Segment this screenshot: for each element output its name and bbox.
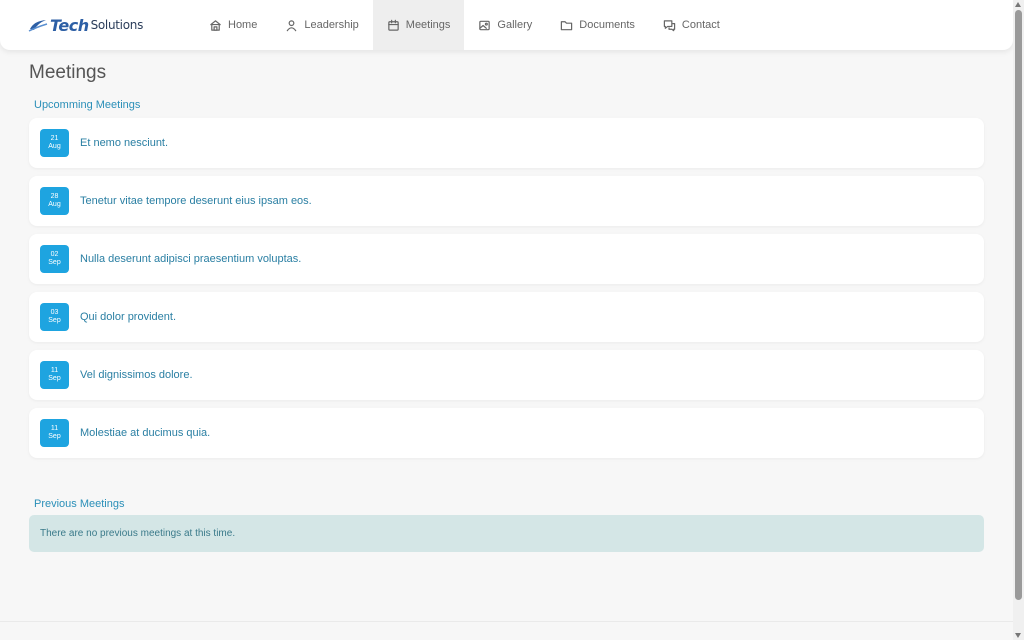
nav-gallery[interactable]: Gallery: [464, 0, 546, 50]
nav-leadership-label: Leadership: [304, 19, 359, 31]
brand-name-rest: Solutions: [90, 18, 144, 32]
nav-gallery-label: Gallery: [497, 19, 533, 31]
date-badge: 11 Sep: [40, 361, 69, 389]
meeting-item[interactable]: 21 Aug Et nemo nesciunt.: [29, 118, 984, 168]
nav-documents-label: Documents: [579, 19, 635, 31]
brand-name-bold: Tech: [50, 15, 89, 35]
scrollbar-thumb[interactable]: [1015, 10, 1022, 600]
date-badge: 28 Aug: [40, 187, 69, 215]
date-month: Aug: [48, 201, 61, 208]
meeting-title[interactable]: Molestiae at ducimus quia.: [80, 427, 210, 439]
date-badge: 21 Aug: [40, 129, 69, 157]
brand-logo[interactable]: Tech Solutions: [28, 14, 143, 36]
upcoming-meetings-heading: Upcomming Meetings: [34, 99, 141, 111]
meeting-item[interactable]: 02 Sep Nulla deserunt adipisci praesenti…: [29, 234, 984, 284]
chat-icon: [663, 19, 676, 31]
page-title: Meetings: [29, 62, 107, 83]
scroll-up-arrow-icon[interactable]: [1015, 2, 1021, 7]
meeting-title[interactable]: Vel dignissimos dolore.: [80, 369, 193, 381]
page-scrollbar[interactable]: [1013, 0, 1024, 640]
meeting-item[interactable]: 03 Sep Qui dolor provident.: [29, 292, 984, 342]
meeting-item[interactable]: 11 Sep Molestiae at ducimus quia.: [29, 408, 984, 458]
date-day: 11: [50, 367, 59, 374]
folder-icon: [561, 20, 573, 30]
meeting-item[interactable]: 11 Sep Vel dignissimos dolore.: [29, 350, 984, 400]
no-previous-meetings-notice: There are no previous meetings at this t…: [29, 515, 984, 552]
scroll-down-arrow-icon[interactable]: [1015, 633, 1021, 638]
nav-leadership[interactable]: Leadership: [271, 0, 372, 50]
date-month: Aug: [48, 143, 61, 150]
previous-meetings-heading: Previous Meetings: [34, 498, 125, 510]
date-day: 28: [50, 193, 59, 200]
top-navbar: Tech Solutions Home Leadership Meetings: [0, 0, 1013, 50]
date-month: Sep: [48, 375, 61, 382]
date-badge: 02 Sep: [40, 245, 69, 273]
nav-home[interactable]: Home: [195, 0, 271, 50]
nav-home-label: Home: [228, 19, 258, 31]
date-day: 03: [50, 309, 59, 316]
date-badge: 11 Sep: [40, 419, 69, 447]
meeting-title[interactable]: Tenetur vitae tempore deserunt eius ipsa…: [80, 195, 312, 207]
nav-contact-label: Contact: [681, 19, 720, 31]
nav-documents[interactable]: Documents: [546, 0, 649, 50]
date-badge: 03 Sep: [40, 303, 69, 331]
date-day: 11: [50, 425, 59, 432]
nav-contact[interactable]: Contact: [649, 0, 734, 50]
image-icon: [479, 20, 491, 30]
main-nav: Home Leadership Meetings Gallery Documen…: [195, 0, 734, 50]
nav-meetings[interactable]: Meetings: [372, 0, 465, 50]
meeting-title[interactable]: Nulla deserunt adipisci praesentium volu…: [80, 253, 301, 265]
user-icon: [287, 19, 297, 31]
date-day: 02: [50, 251, 59, 258]
date-month: Sep: [48, 317, 61, 324]
footer-divider: [0, 621, 1013, 622]
meeting-title[interactable]: Et nemo nesciunt.: [80, 137, 168, 149]
meeting-title[interactable]: Qui dolor provident.: [80, 311, 176, 323]
home-icon: [210, 19, 221, 31]
date-month: Sep: [48, 259, 61, 266]
upcoming-meetings-list: 21 Aug Et nemo nesciunt. 28 Aug Tenetur …: [29, 118, 984, 466]
date-day: 21: [50, 135, 59, 142]
logo-swoosh-icon: [28, 20, 48, 32]
nav-meetings-label: Meetings: [405, 19, 451, 31]
meeting-item[interactable]: 28 Aug Tenetur vitae tempore deserunt ei…: [29, 176, 984, 226]
date-month: Sep: [48, 433, 61, 440]
calendar-icon: [388, 19, 399, 31]
